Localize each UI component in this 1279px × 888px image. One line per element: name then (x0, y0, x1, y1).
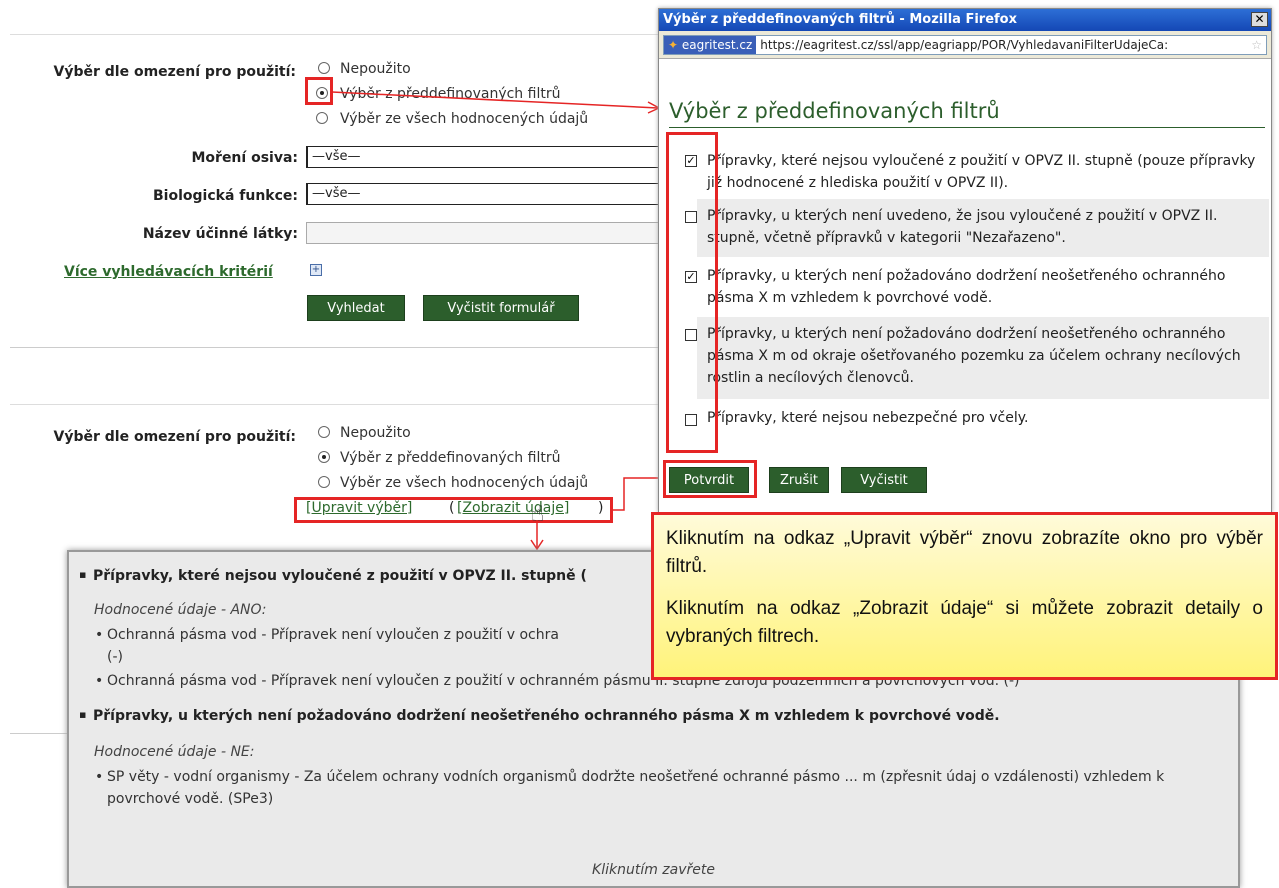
expand-plus-icon[interactable]: + (310, 264, 322, 276)
more-criteria-link[interactable]: Více vyhledávacích kritérií (64, 264, 273, 280)
radio-all-evaluated[interactable] (316, 112, 328, 124)
filter-item-4: Přípravky, u kterých není požadováno dod… (697, 317, 1269, 399)
filter-item-3: Přípravky, u kterých není požadováno dod… (697, 259, 1269, 315)
radio-not-used-label: Nepoužito (340, 61, 411, 77)
popup-titlebar[interactable]: Výběr z předdefinovaných filtrů - Mozill… (659, 9, 1271, 31)
close-icon[interactable]: ✕ (1251, 12, 1268, 27)
close-overlay-text[interactable]: Kliknutím zavřete (69, 862, 1238, 878)
radio-all-evaluated-2[interactable] (318, 476, 330, 488)
filter-text-1: Přípravky, které nejsou vyloučené z použ… (707, 153, 1256, 191)
search-button[interactable]: Vyhledat (307, 295, 405, 321)
popup-heading: Výběr z předdefinovaných filtrů (669, 99, 1000, 123)
paren-close: ) (598, 500, 604, 516)
seed-treatment-select[interactable]: —vše— (306, 146, 664, 168)
firefox-icon: ✦ (668, 38, 679, 52)
callout-paragraph-1: Kliknutím na odkaz „Upravit výběr“ znovu… (666, 528, 1263, 577)
filter-text-5: Přípravky, které nejsou nebezpečné pro v… (707, 410, 1029, 426)
arrow-to-popup (331, 91, 661, 114)
show-data-link[interactable]: [Zobrazit údaje] (457, 500, 569, 516)
filter-item-1: Přípravky, které nejsou vyloučené z použ… (697, 144, 1269, 198)
radio-predefined-filters-2[interactable] (318, 451, 330, 463)
detail-sub-2: Hodnocené údaje - NE: (94, 744, 255, 760)
heading-underline (669, 127, 1265, 128)
radio-predefined-filters-label-2: Výběr z předdefinovaných filtrů (340, 450, 561, 466)
clear-button[interactable]: Vyčistit (841, 467, 927, 493)
highlight-confirm-box (663, 460, 757, 498)
star-icon[interactable]: ☆ (1251, 36, 1262, 54)
edit-selection-link[interactable]: [Upravit výběr] (306, 500, 412, 516)
highlight-radio-box (305, 77, 333, 105)
cancel-button[interactable]: Zrušit (769, 467, 829, 493)
filter-text-2: Přípravky, u kterých není uvedeno, že js… (707, 208, 1218, 246)
arrow-to-details (530, 520, 544, 551)
site-badge-label: eagritest.cz (681, 38, 753, 52)
url-field[interactable]: ✦ eagritest.cz https://eagritest.cz/ssl/… (663, 35, 1267, 55)
radio-not-used[interactable] (318, 62, 330, 74)
detail-heading-2: Přípravky, u kterých není požadováno dod… (79, 708, 1000, 724)
active-substance-input[interactable] (306, 222, 664, 244)
active-substance-label: Název účinné látky: (142, 226, 298, 242)
url-text: https://eagritest.cz/ssl/app/eagriapp/PO… (760, 38, 1169, 52)
detail-sub-1: Hodnocené údaje - ANO: (94, 602, 267, 618)
popup-title: Výběr z předdefinovaných filtrů - Mozill… (663, 12, 1017, 27)
url-bar: ✦ eagritest.cz https://eagritest.cz/ssl/… (659, 31, 1271, 59)
restriction-label-2: Výběr dle omezení pro použití: (53, 429, 297, 445)
detail-item-2a: SP věty - vodní organismy - Za účelem oc… (95, 766, 1187, 810)
clear-form-button[interactable]: Vyčistit formulář (423, 295, 579, 321)
filter-popup-window: Výběr z předdefinovaných filtrů - Mozill… (658, 8, 1272, 513)
radio-not-used-2[interactable] (318, 426, 330, 438)
detail-item-1a-text: Ochranná pásma vod - Přípravek není vylo… (107, 627, 559, 643)
help-callout: Kliknutím na odkaz „Upravit výběr“ znovu… (651, 512, 1278, 680)
restriction-label: Výběr dle omezení pro použití: (53, 64, 297, 80)
highlight-checkboxes-box (666, 132, 718, 453)
callout-paragraph-2: Kliknutím na odkaz „Zobrazit údaje“ si m… (666, 598, 1263, 647)
filter-text-3: Přípravky, u kterých není požadováno dod… (707, 268, 1226, 306)
site-badge: ✦ eagritest.cz (664, 36, 757, 54)
filter-item-2: Přípravky, u kterých není uvedeno, že js… (697, 199, 1269, 257)
filter-text-4: Přípravky, u kterých není požadováno dod… (707, 326, 1241, 386)
seed-treatment-label: Moření osiva: (191, 150, 298, 166)
bio-function-select[interactable]: —vše— (306, 183, 664, 205)
bio-function-label: Biologická funkce: (153, 188, 298, 204)
filter-item-5: Přípravky, které nejsou nebezpečné pro v… (697, 401, 1269, 441)
radio-not-used-label-2: Nepoužito (340, 425, 411, 441)
paren-open: ( (449, 500, 455, 516)
radio-all-evaluated-label-2: Výběr ze všech hodnocených údajů (340, 475, 589, 491)
detail-item-1a-cont: (-) (107, 649, 123, 665)
detail-heading-1: Přípravky, které nejsou vyloučené z použ… (79, 568, 587, 584)
